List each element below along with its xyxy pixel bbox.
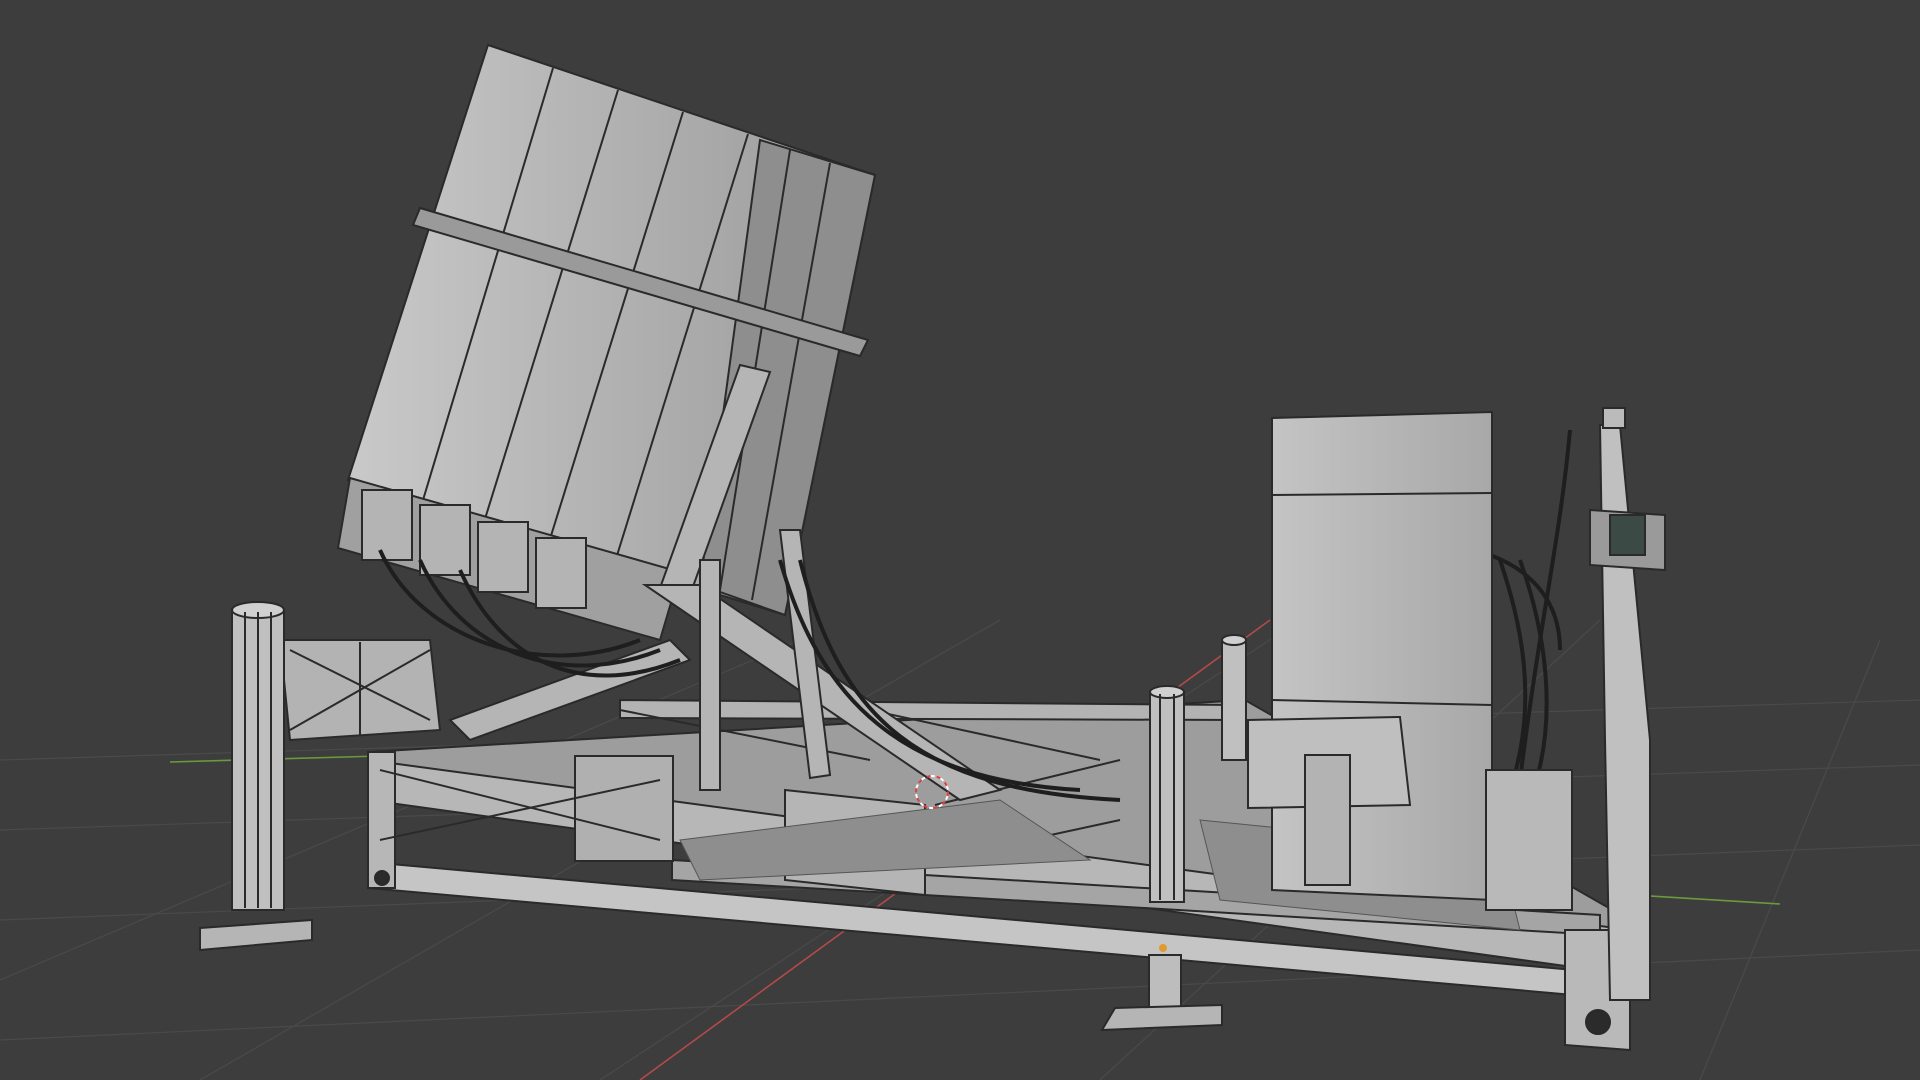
stabilizer-leg-rear[interactable] [1221, 634, 1247, 761]
y-axis-line-right [1649, 895, 1781, 905]
3d-viewport[interactable] [0, 0, 1920, 1080]
scene-canvas[interactable] [0, 0, 1920, 1080]
truss-arm[interactable] [278, 639, 442, 742]
